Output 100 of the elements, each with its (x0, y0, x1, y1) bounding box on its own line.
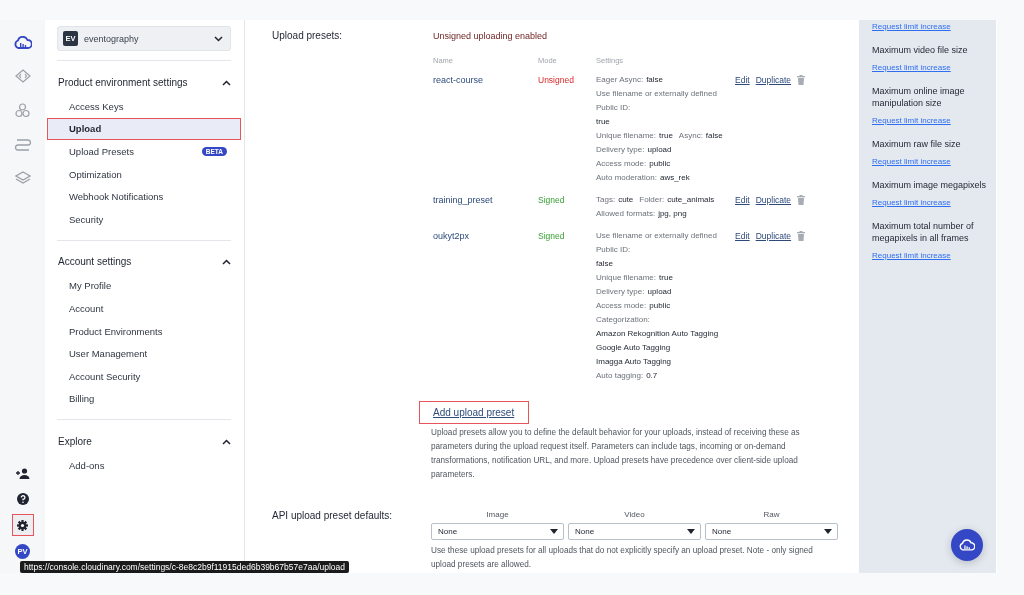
request-limit-link[interactable]: Request limit increase (872, 22, 951, 31)
setting-value: Imagga Auto Tagging (596, 356, 672, 368)
sidebar-item[interactable]: Security (47, 207, 241, 231)
setting-value: true (659, 130, 673, 142)
preset-name[interactable]: training_preset (433, 195, 493, 205)
setting-label: Auto tagging: (596, 370, 644, 382)
chevron-down-icon[interactable] (214, 35, 223, 42)
setting-label: Delivery type: (596, 144, 645, 156)
sidebar-item[interactable]: Optimization (47, 162, 241, 186)
setting-label: Allowed formats: (596, 208, 656, 220)
preset-name[interactable]: react-course (433, 75, 484, 85)
settings-icon[interactable] (17, 519, 28, 531)
setting-value: upload (647, 286, 672, 298)
setting-label: Use filename or externally defined (596, 88, 717, 100)
caret-down-icon (550, 529, 558, 534)
select-label: Video (624, 510, 645, 519)
chevron-up-icon[interactable] (222, 438, 231, 445)
setting-label: Access mode: (596, 300, 647, 312)
setting-value: false (705, 130, 723, 142)
sidebar-item[interactable]: Upload (47, 117, 241, 141)
limit-title: Maximum video file size (872, 44, 969, 56)
limit-title: Maximum online image manipulation size (872, 85, 966, 109)
setting-label: Categorization: (596, 314, 650, 326)
setting-value: aws_rek (659, 172, 690, 184)
nodes-icon[interactable] (15, 102, 30, 118)
mode-label: Signed (538, 195, 565, 205)
setting-value: upload (647, 144, 672, 156)
sidebar-item[interactable]: Access Keys (47, 95, 241, 118)
setting-value: cute_animals (667, 194, 715, 206)
sidebar-item[interactable]: My Profile (47, 274, 241, 298)
request-limit-link[interactable]: Request limit increase (872, 63, 951, 72)
request-limit-link[interactable]: Request limit increase (872, 198, 951, 207)
add-upload-preset-link[interactable]: Add upload preset (419, 401, 530, 424)
limit-title: Maximum total number of megapixels in all frames (872, 220, 975, 244)
help-icon[interactable] (16, 493, 29, 505)
url-tooltip: https://console.cloudinary.com/settings/c-8e8c2b9f11915ded6b39b67b57e7aa/upload (20, 561, 350, 573)
edit-link[interactable]: Edit (735, 229, 750, 243)
select-label: Image (486, 510, 509, 519)
setting-value: true (596, 116, 610, 128)
note-text: Use these upload presets for all uploads that do not explicitly specify an upload preset. Note - only signed upload presets are allowed. (431, 545, 814, 571)
caret-down-icon (824, 529, 832, 534)
duplicate-link[interactable]: Duplicate (755, 73, 792, 87)
setting-value: Amazon Rekognition Auto Tagging (596, 328, 719, 340)
request-limit-link[interactable]: Request limit increase (872, 157, 951, 166)
setting-label: Use filename or externally defined (596, 230, 717, 242)
mode-label: Signed (538, 231, 565, 241)
duplicate-link[interactable]: Duplicate (755, 229, 792, 243)
select-label: Raw (763, 510, 780, 519)
sidebar-item[interactable]: Add-ons (47, 454, 241, 477)
duplicate-link[interactable]: Duplicate (755, 193, 792, 207)
edit-link[interactable]: Edit (735, 73, 750, 87)
sidebar-item[interactable]: User Management (47, 342, 241, 365)
setting-value: false (596, 258, 613, 270)
preset-select[interactable]: None (705, 523, 838, 540)
section-heading[interactable]: Account settings (58, 256, 132, 268)
mode-label: Unsigned (538, 75, 574, 85)
setting-label: Folder: (639, 194, 665, 206)
setting-label: Access mode: (596, 158, 647, 170)
cloud-icon (959, 539, 975, 551)
limit-title: Maximum raw file size (872, 138, 962, 150)
chevron-up-icon[interactable] (222, 259, 231, 266)
setting-label: Tags: (596, 194, 616, 206)
setting-value: public (649, 158, 671, 170)
section-heading[interactable]: Product environment settings (58, 76, 188, 88)
sidebar-item[interactable]: Webhook Notifications (47, 185, 241, 208)
cloud-logo-icon[interactable] (13, 35, 32, 49)
setting-label: Auto moderation: (596, 172, 657, 184)
sidebar-item[interactable]: Billing (47, 387, 241, 411)
request-limit-link[interactable]: Request limit increase (872, 116, 951, 125)
setting-value: 0.7 (646, 370, 658, 382)
limit-title: Maximum image megapixels (872, 179, 988, 191)
preset-select[interactable]: None (568, 523, 701, 540)
setting-label: Public ID: (596, 102, 631, 114)
setting-value: public (649, 300, 671, 312)
setting-label: Eager Async: (596, 74, 644, 86)
setting-label: Delivery type: (596, 286, 645, 298)
preset-select[interactable]: None (431, 523, 564, 540)
preset-name[interactable]: oukyt2px (433, 231, 470, 241)
chevron-up-icon[interactable] (222, 79, 231, 86)
description-text: Upload presets allow you to define the default behavior for your uploads, instead of receiving these as parameters during the upload request itself. Parameters can include tags, incoming or on-demand transformations, notification URL, and more. Upload presets have precedence over client-side upload parameters. (431, 427, 801, 481)
sidebar-item[interactable]: Account (47, 297, 241, 320)
caret-down-icon (687, 529, 695, 534)
setting-value: cute (618, 194, 634, 206)
request-limit-link[interactable]: Request limit increase (872, 251, 951, 260)
setting-label: Unique filename: (596, 272, 657, 284)
add-user-icon[interactable] (15, 467, 30, 479)
sidebar-item[interactable]: Product Environments (47, 319, 241, 343)
upload-fab-button[interactable] (951, 529, 983, 561)
section-label: Upload presets: (272, 30, 344, 43)
setting-label: Unique filename: (596, 130, 657, 142)
setting-label: Async: (678, 130, 703, 142)
sidebar-item[interactable]: Account Security (47, 364, 241, 388)
setting-value: true (659, 272, 673, 284)
setting-value: false (646, 74, 664, 86)
section-heading[interactable]: Explore (58, 435, 92, 447)
setting-value: Google Auto Tagging (596, 342, 671, 354)
setting-label: Public ID: (596, 244, 631, 256)
status-text: Unsigned uploading enabled (432, 30, 549, 41)
edit-link[interactable]: Edit (735, 193, 750, 207)
setting-value: jpg, png (658, 208, 687, 220)
